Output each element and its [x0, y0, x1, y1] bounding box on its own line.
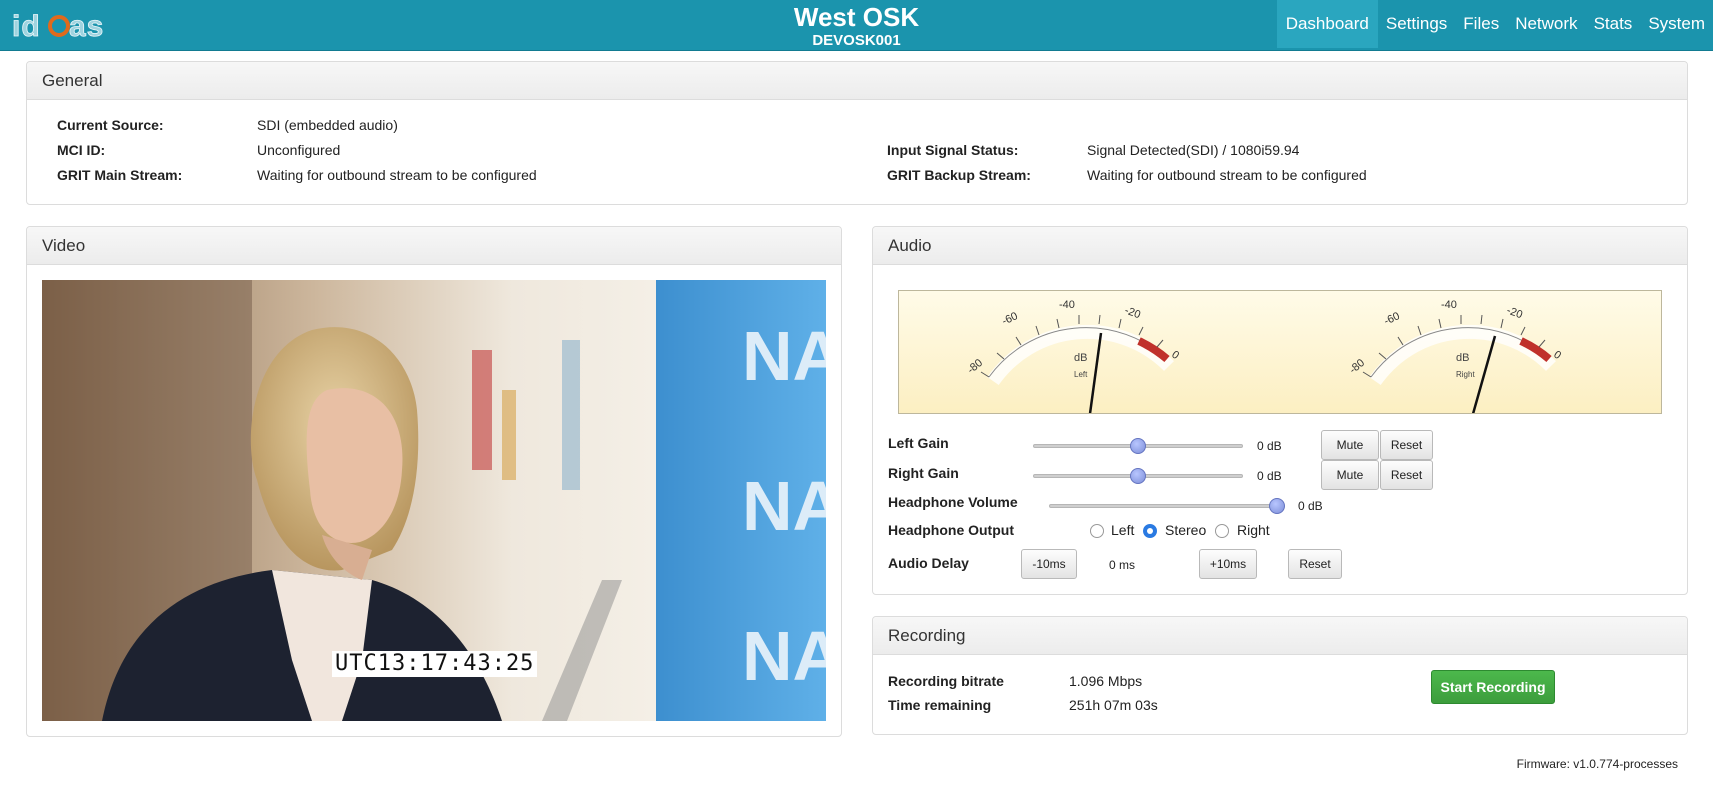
output-stereo-label[interactable]: Stereo: [1165, 522, 1206, 538]
audio-title: Audio: [873, 227, 1687, 265]
grit-backup-value: Waiting for outbound stream to be config…: [1087, 167, 1367, 183]
headphone-volume-label: Headphone Volume: [888, 494, 1018, 510]
video-preview[interactable]: NA NA NA UTC13:17:43:25: [42, 280, 826, 721]
svg-text:id: id: [12, 10, 41, 42]
headphone-volume-thumb[interactable]: [1269, 498, 1285, 514]
output-left-label[interactable]: Left: [1111, 522, 1134, 538]
time-remaining-value: 251h 07m 03s: [1069, 697, 1158, 713]
right-gain-slider[interactable]: [1033, 468, 1243, 484]
headphone-output-label: Headphone Output: [888, 522, 1014, 538]
right-tick-80: -80: [1347, 357, 1367, 376]
right-gain-label: Right Gain: [888, 465, 959, 481]
video-panel: Video NA NA NA UTC13:17:43:25: [26, 226, 842, 737]
right-reset-button[interactable]: Reset: [1380, 460, 1433, 490]
delay-value: 0 ms: [1109, 558, 1136, 572]
left-tick-60: -60: [1000, 310, 1019, 328]
delay-minus-button[interactable]: -10ms: [1021, 549, 1077, 579]
right-unit: dB: [1456, 352, 1469, 364]
svg-text:as: as: [69, 10, 104, 42]
left-tick-80: -80: [965, 357, 985, 376]
mci-id-value: Unconfigured: [257, 142, 341, 158]
delay-plus-button[interactable]: +10ms: [1199, 549, 1257, 579]
output-stereo-radio[interactable]: [1143, 524, 1157, 538]
firmware-version: Firmware: v1.0.774-processes: [1516, 757, 1678, 771]
nav-settings[interactable]: Settings: [1378, 0, 1455, 48]
recording-bitrate-value: 1.096 Mbps: [1069, 673, 1143, 689]
headphone-volume-value: 0 dB: [1298, 499, 1323, 513]
left-gain-label: Left Gain: [888, 435, 949, 451]
right-mute-button[interactable]: Mute: [1321, 460, 1379, 490]
output-right-label[interactable]: Right: [1237, 522, 1270, 538]
nav-system[interactable]: System: [1640, 0, 1713, 48]
current-source-label: Current Source:: [57, 117, 164, 133]
right-channel: Right: [1456, 370, 1475, 379]
output-right-radio[interactable]: [1215, 524, 1229, 538]
top-bar: id as West OSK DEVOSK001 Dashboard Setti…: [0, 0, 1713, 51]
vu-meter-right: -80 -60 -40 -20 0 dB Right: [1347, 299, 1563, 422]
right-gain-thumb[interactable]: [1130, 468, 1146, 484]
right-gain-value: 0 dB: [1257, 469, 1282, 483]
nav-files[interactable]: Files: [1455, 0, 1507, 48]
left-reset-button[interactable]: Reset: [1380, 430, 1433, 460]
delay-reset-button[interactable]: Reset: [1288, 549, 1342, 579]
input-signal-label: Input Signal Status:: [887, 142, 1019, 158]
left-mute-button[interactable]: Mute: [1321, 430, 1379, 460]
backdrop-text-2: NA: [742, 467, 826, 545]
nav-stats[interactable]: Stats: [1586, 0, 1641, 48]
input-signal-value: Signal Detected(SDI) / 1080i59.94: [1087, 142, 1300, 158]
left-tick-20: -20: [1123, 305, 1142, 322]
time-remaining-label: Time remaining: [888, 697, 992, 713]
right-tick-60: -60: [1382, 310, 1401, 328]
grit-backup-label: GRIT Backup Stream:: [887, 167, 1031, 183]
recording-panel: Recording Recording bitrate 1.096 Mbps T…: [872, 616, 1688, 735]
output-left-radio[interactable]: [1090, 524, 1104, 538]
left-needle: [1087, 332, 1103, 422]
timecode-overlay: UTC13:17:43:25: [332, 651, 538, 677]
grit-main-label: GRIT Main Stream:: [57, 167, 183, 183]
headphone-volume-slider[interactable]: [1049, 498, 1285, 514]
video-title: Video: [27, 227, 841, 265]
audio-delay-label: Audio Delay: [888, 555, 969, 571]
recording-title: Recording: [873, 617, 1687, 655]
current-source-value: SDI (embedded audio): [257, 117, 398, 133]
nav-dashboard[interactable]: Dashboard: [1276, 0, 1378, 48]
start-recording-button[interactable]: Start Recording: [1431, 670, 1555, 704]
left-gain-slider[interactable]: [1033, 438, 1243, 454]
left-gain-value: 0 dB: [1257, 439, 1282, 453]
audio-panel: Audio -80 -60 -40 -20 0 dB Left -80 -60 …: [872, 226, 1688, 595]
left-channel: Left: [1074, 370, 1088, 379]
left-unit: dB: [1074, 352, 1087, 364]
recording-bitrate-label: Recording bitrate: [888, 673, 1004, 689]
mci-id-label: MCI ID:: [57, 142, 106, 158]
vu-meters: -80 -60 -40 -20 0 dB Left -80 -60 -40 -2…: [898, 290, 1662, 422]
nav-network[interactable]: Network: [1507, 0, 1585, 48]
backdrop-text-1: NA: [742, 317, 826, 395]
vu-meter-graphics: -80 -60 -40 -20 0 dB Left -80 -60 -40 -2…: [965, 299, 1563, 422]
general-title: General: [27, 62, 1687, 100]
left-gain-thumb[interactable]: [1130, 438, 1146, 454]
grit-main-value: Waiting for outbound stream to be config…: [257, 167, 537, 183]
right-tick-20: -20: [1505, 305, 1524, 322]
general-panel: General Current Source: SDI (embedded au…: [26, 61, 1688, 205]
idoas-logo: id as: [12, 10, 104, 42]
vu-meter-left: -80 -60 -40 -20 0 dB Left: [965, 299, 1181, 422]
right-tick-40: -40: [1441, 299, 1457, 311]
backdrop-text-3: NA: [742, 617, 826, 695]
left-tick-40: -40: [1059, 299, 1075, 311]
main-nav: Dashboard Settings Files Network Stats S…: [1276, 0, 1713, 48]
